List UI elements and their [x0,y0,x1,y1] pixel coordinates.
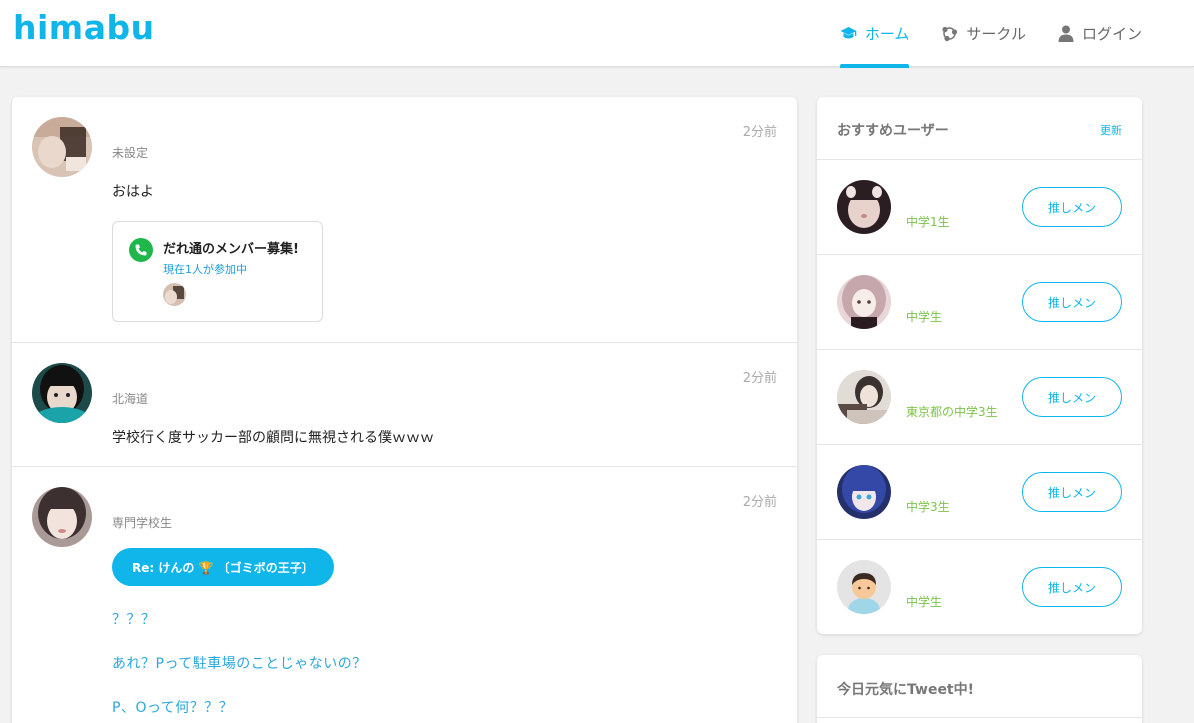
post-time: 2分前 [742,371,777,386]
panel-header: おすすめユーザー 更新 [817,97,1142,160]
follow-button[interactable]: 推しメン [1022,377,1122,417]
post-line: ？？？ [112,612,156,628]
user-row: 東京都の中学3生 推しメン [817,350,1142,445]
user-row: 中学生 推しメン [817,540,1142,634]
nav-login-label: ログイン [1081,25,1142,43]
post-region: 専門学校生 [112,516,173,530]
follow-button[interactable]: 推しメン [1022,567,1122,607]
user-row: 中学1生 推しメン [817,160,1142,255]
avatar[interactable] [32,363,92,423]
call-participants: 現在1人が参加中 [163,263,247,276]
user-grade: 中学3生 [906,500,950,514]
user-row: 中学生 推しメン [817,255,1142,350]
panel-title: おすすめユーザー [837,123,949,139]
avatar[interactable] [837,275,891,329]
post-region: 未設定 [112,146,149,160]
participant-avatar [163,283,186,306]
nav-login[interactable]: ログイン [1058,0,1142,67]
user-grade: 中学生 [906,595,943,609]
user-row: 中学3生 推しメン [817,445,1142,540]
refresh-link[interactable]: 更新 [1100,122,1122,138]
post-text: 学校行く度サッカー部の顧問に無視される僕ｗｗｗ [112,430,434,446]
reply-to-button[interactable]: Re: けんの 🏆 〔ゴミボの王子〕 [112,548,334,586]
follow-button[interactable]: 推しメン [1022,282,1122,322]
follow-button[interactable]: 推しメン [1022,472,1122,512]
nav-home[interactable]: ホーム [839,0,910,68]
main-nav: ホーム サークル ログイン [808,0,1142,68]
post-feed: 未設定 2分前 おはよ だれ通のメンバー募集! 現在1人が参加中 北海道 2分前… [12,97,797,723]
avatar[interactable] [32,117,92,177]
post-region: 北海道 [112,392,149,406]
post-line: P、Oって何？？？ [112,700,234,716]
post-text: おはよ [112,184,154,200]
tweet-panel: 今日元気にTweet中! [817,655,1142,723]
top-header: himabu ホーム サークル ログイン [0,0,1194,68]
avatar[interactable] [837,180,891,234]
logo[interactable]: himabu [13,8,155,47]
nav-circle-label: サークル [966,25,1026,43]
post-item[interactable]: 専門学校生 2分前 Re: けんの 🏆 〔ゴミボの王子〕 ？？？ あれ？Pって駐… [12,467,797,723]
nav-circle[interactable]: サークル [941,0,1026,67]
avatar[interactable] [837,465,891,519]
avatar[interactable] [837,370,891,424]
post-line: あれ？Pって駐車場のことじゃないの？ [112,656,367,672]
post-time: 2分前 [742,125,777,140]
post-item[interactable]: 未設定 2分前 おはよ だれ通のメンバー募集! 現在1人が参加中 [12,97,797,343]
call-title: だれ通のメンバー募集! [163,242,299,257]
user-grade: 中学生 [906,310,943,324]
post-item[interactable]: 北海道 2分前 学校行く度サッカー部の顧問に無視される僕ｗｗｗ [12,343,797,467]
recommended-users-panel: おすすめユーザー 更新 中学1生 推しメン 中学生 推しメン 東京都の中学3生 … [817,97,1142,634]
circle-nodes-icon [942,26,958,42]
user-grade: 中学1生 [906,215,950,229]
divider [817,717,1142,718]
avatar[interactable] [32,487,92,547]
phone-icon [129,238,153,262]
graduation-cap-icon [840,27,857,39]
default-avatar[interactable] [837,560,891,614]
user-grade: 東京都の中学3生 [906,405,998,419]
call-recruit-card[interactable]: だれ通のメンバー募集! 現在1人が参加中 [112,221,323,322]
panel-title: 今日元気にTweet中! [837,682,975,698]
nav-home-label: ホーム [864,25,910,43]
user-icon [1058,25,1074,42]
follow-button[interactable]: 推しメン [1022,187,1122,227]
post-time: 2分前 [742,495,777,510]
